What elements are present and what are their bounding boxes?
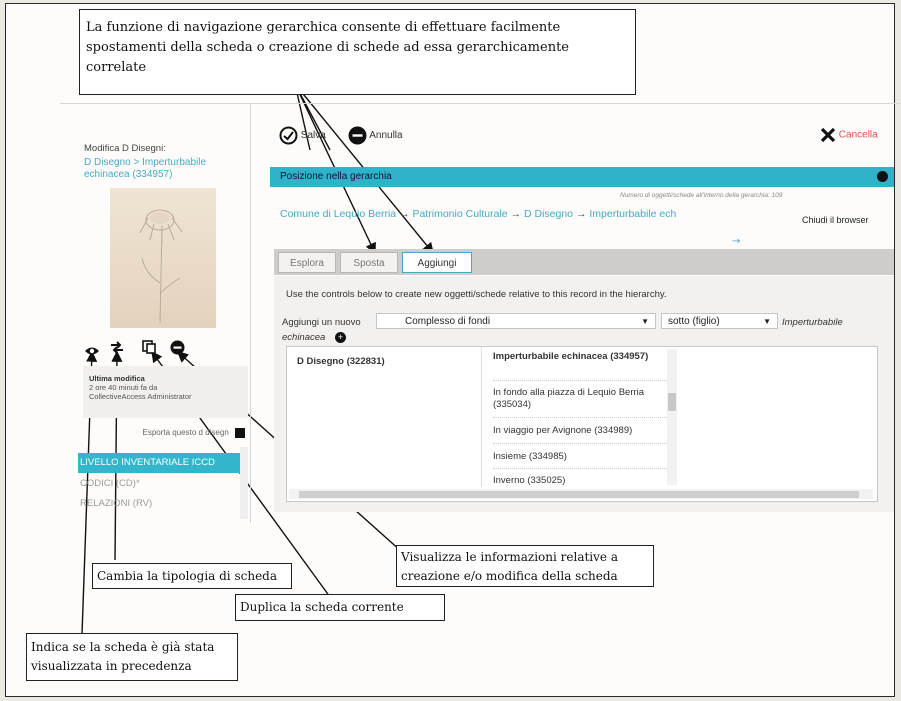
hierarchy-title: Posizione nella gerarchia [280, 171, 392, 182]
export-label: Esporta questo d disegn [142, 428, 229, 438]
save-button[interactable]: Salva [279, 126, 326, 145]
tab-esplora[interactable]: Esplora [278, 252, 336, 273]
hierarchy-browser: D Disegno (322831) Imperturbabile echina… [286, 346, 878, 502]
navigation-callout-text: La funzione di navigazione gerarchica co… [86, 20, 569, 75]
browser-item[interactable]: Insieme (334985) [493, 451, 663, 463]
edit-title: Modifica D Disegni: [84, 143, 166, 154]
change-type-callout-text: Cambia la tipologia di scheda [97, 569, 278, 583]
record-thumbnail[interactable] [110, 188, 216, 328]
arrow-right-icon: → [510, 208, 524, 220]
tab-sposta[interactable]: Sposta [340, 252, 398, 273]
export-icon[interactable] [235, 428, 245, 438]
info-callout: Visualizza le informazioni relative a cr… [396, 545, 654, 587]
close-icon [820, 127, 836, 143]
cancel-label: Annulla [369, 130, 403, 142]
nav-item-relazioni[interactable]: RELAZIONI (RV) [78, 494, 240, 514]
last-modified-panel: Ultima modifica 2 ore 40 minuti fa da Co… [83, 366, 248, 418]
browser-vertical-scrollbar[interactable] [667, 349, 677, 485]
duplicate-icon[interactable] [141, 339, 157, 359]
arrow-right-icon: → [575, 208, 590, 220]
duplicate-callout: Duplica la scheda corrente [235, 594, 445, 621]
export-row[interactable]: Esporta questo d disegn [85, 428, 245, 444]
browser-separator [493, 417, 667, 418]
record-link[interactable]: D Disegno > Imperturbabile echinacea (33… [84, 157, 234, 181]
browser-item[interactable]: Imperturbabile echinacea (334957) [493, 351, 663, 363]
browser-horizontal-scrollbar[interactable] [289, 489, 873, 499]
collapse-icon[interactable] [877, 171, 888, 182]
scroll-thumb[interactable] [299, 491, 859, 498]
browser-separator [493, 443, 667, 444]
scroll-thumb[interactable] [668, 393, 676, 411]
browser-item[interactable]: In fondo alla piazza di Lequio Berria (3… [493, 387, 663, 411]
chevron-down-icon: ▼ [641, 317, 649, 326]
breadcrumb-item-current[interactable]: Imperturbabile ech [589, 208, 676, 220]
last-modified-text: 2 ore 40 minuti fa da CollectiveAccess A… [89, 383, 192, 401]
breadcrumb-item-patrimonio[interactable]: Patrimonio Culturale [413, 208, 508, 220]
delete-button[interactable]: Cancella [820, 127, 878, 143]
minus-circle-icon [348, 126, 367, 145]
cancel-button[interactable]: Annulla [348, 126, 403, 145]
delete-label: Cancella [838, 129, 878, 141]
change-type-icon[interactable] [109, 340, 125, 359]
flower-drawing [139, 209, 183, 324]
close-browser-button[interactable]: Chiudi il browser [802, 215, 869, 225]
chevron-down-icon: ▼ [763, 317, 771, 326]
change-type-callout: Cambia la tipologia di scheda [92, 563, 292, 589]
nav-scrollbar[interactable] [240, 447, 248, 519]
viewed-callout-text: Indica se la scheda è già stata visualiz… [31, 640, 215, 673]
tab-aggiungi[interactable]: Aggiungi [402, 252, 472, 273]
type-select[interactable]: Complesso di fondi ▼ [376, 313, 656, 329]
hierarchy-count: Numero di oggetti/schede all'interno del… [620, 192, 783, 199]
browser-item[interactable]: D Disegno (322831) [297, 356, 467, 368]
check-circle-icon [279, 126, 298, 145]
browser-separator [493, 468, 667, 469]
panel-divider [250, 103, 251, 523]
top-divider [60, 103, 900, 104]
target-name-part2: echinacea [282, 332, 326, 343]
browser-separator [493, 380, 667, 381]
section-nav: LIVELLO INVENTARIALE ICCD CODICI (CD)* R… [78, 447, 248, 519]
info-minus-icon[interactable] [170, 340, 185, 359]
eye-icon[interactable] [84, 342, 100, 361]
browser-item[interactable]: In viaggio per Avignone (334989) [493, 425, 663, 437]
nav-item-livello[interactable]: LIVELLO INVENTARIALE ICCD [78, 453, 240, 473]
breadcrumb-item-comune[interactable]: Comune di Lequio Berria [280, 208, 396, 220]
breadcrumb-more-arrow[interactable]: → [732, 236, 740, 247]
hierarchy-tabs: Esplora Sposta Aggiungi [274, 249, 894, 275]
last-modified-title: Ultima modifica [89, 374, 145, 383]
navigation-callout: La funzione di navigazione gerarchica co… [79, 9, 636, 95]
arrow-right-icon: → [399, 208, 413, 220]
browser-item[interactable]: Inverno (335025) [493, 475, 663, 487]
type-select-value: Complesso di fondi [405, 316, 491, 327]
browser-column-children: Imperturbabile echinacea (334957) In fon… [483, 347, 667, 487]
browser-column-parent: D Disegno (322831) [287, 347, 482, 487]
position-select[interactable]: sotto (figlio) ▼ [661, 313, 778, 329]
breadcrumb-item-disegno[interactable]: D Disegno [524, 208, 573, 220]
add-plus-icon[interactable]: + [335, 332, 346, 343]
hierarchy-header[interactable]: Posizione nella gerarchia [270, 167, 894, 187]
save-label: Salva [300, 130, 326, 142]
target-name-part1: Imperturbabile [782, 317, 843, 328]
duplicate-callout-text: Duplica la scheda corrente [240, 600, 404, 614]
info-callout-text: Visualizza le informazioni relative a cr… [401, 550, 618, 583]
add-new-label: Aggiungi un nuovo [282, 317, 361, 328]
nav-item-codici[interactable]: CODICI (CD)* [78, 474, 240, 494]
aggiungi-hint: Use the controls below to create new ogg… [286, 289, 667, 300]
viewed-callout: Indica se la scheda è già stata visualiz… [26, 633, 238, 681]
hierarchy-breadcrumb: Comune di Lequio Berria → Patrimonio Cul… [280, 208, 676, 220]
position-select-value: sotto (figlio) [668, 316, 720, 327]
